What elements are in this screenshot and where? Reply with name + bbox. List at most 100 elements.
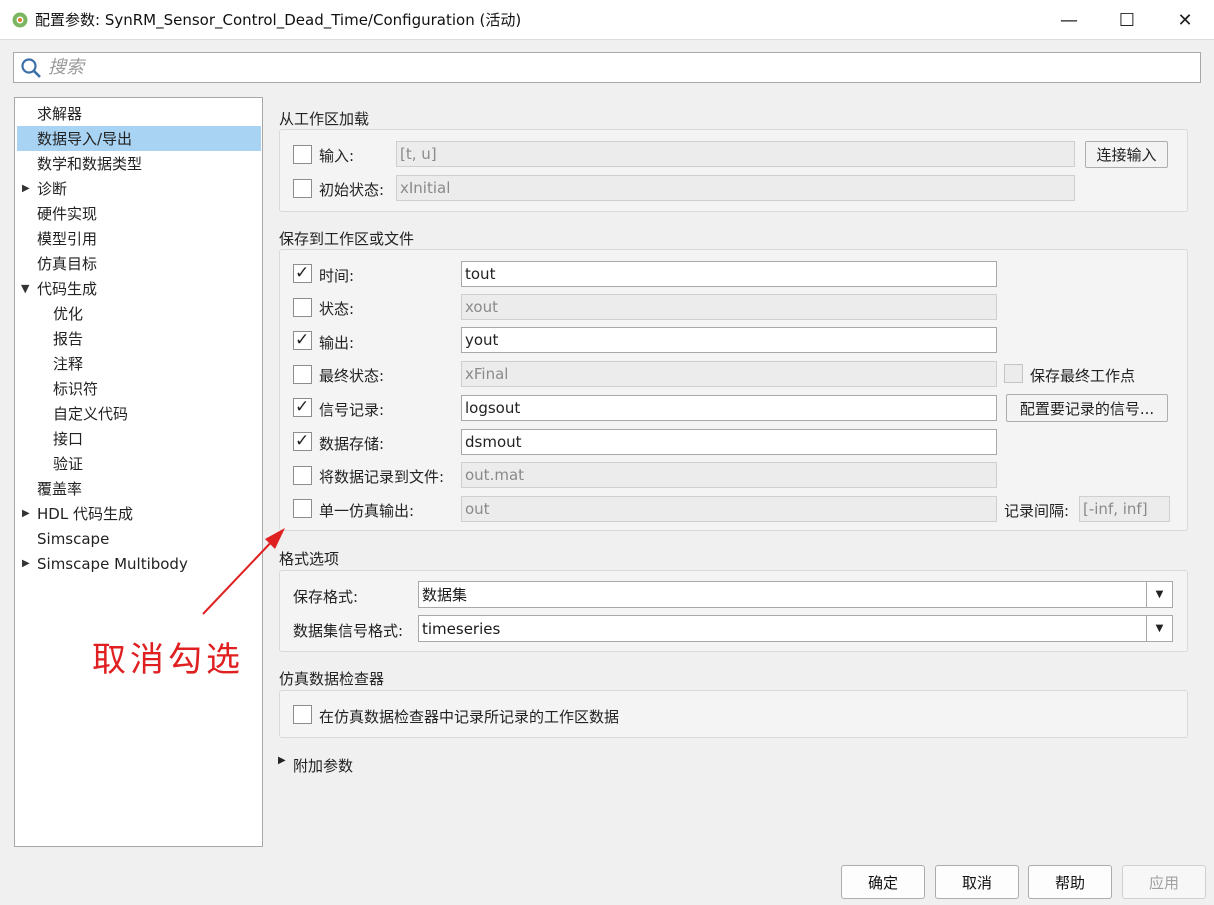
single-sim-output-label: 单一仿真输出: (319, 502, 415, 520)
check-icon: ✓ (295, 263, 310, 283)
output-field[interactable]: yout (461, 327, 997, 353)
tree-item-label: HDL 代码生成 (37, 505, 133, 523)
tree-item-label: 自定义代码 (53, 405, 129, 423)
search-box[interactable] (13, 52, 1201, 83)
tree-item-label: 代码生成 (37, 280, 98, 298)
tree-item-optimization[interactable]: 优化 (17, 301, 261, 326)
annotation-text: 取消勾选 (92, 640, 244, 680)
tree-item-label: 标识符 (53, 380, 99, 398)
expand-arrow-icon[interactable]: ▶ (278, 755, 286, 766)
initial-state-field[interactable]: xInitial (396, 175, 1075, 201)
close-button[interactable]: ✕ (1156, 0, 1214, 40)
tree-item-verification[interactable]: 验证 (17, 451, 261, 476)
dropdown-arrow-icon[interactable]: ▼ (1146, 616, 1172, 641)
states-checkbox[interactable] (293, 298, 312, 317)
save-format-value: 数据集 (422, 586, 468, 604)
input-field[interactable]: [t, u] (396, 141, 1075, 167)
tree-item-hardware[interactable]: 硬件实现 (17, 201, 261, 226)
minimize-button[interactable]: — (1040, 0, 1098, 40)
tree-item-interface[interactable]: 接口 (17, 426, 261, 451)
apply-button[interactable]: 应用 (1122, 865, 1206, 899)
signal-logging-checkbox[interactable]: ✓ (293, 397, 312, 417)
check-icon: ✓ (295, 431, 310, 451)
log-interval-label: 记录间隔: (1004, 502, 1070, 520)
time-checkbox[interactable]: ✓ (293, 263, 312, 283)
log-to-file-label: 将数据记录到文件: (319, 468, 445, 486)
ok-button[interactable]: 确定 (841, 865, 925, 899)
time-field[interactable]: tout (461, 261, 997, 287)
tree-item-custom-code[interactable]: 自定义代码 (17, 401, 261, 426)
save-final-op-label: 保存最终工作点 (1030, 367, 1136, 385)
final-states-label: 最终状态: (319, 367, 385, 385)
tree-item-coverage[interactable]: 覆盖率 (17, 476, 261, 501)
log-to-file-checkbox[interactable] (293, 466, 312, 485)
save-format-dropdown[interactable]: 数据集 ▼ (418, 581, 1173, 608)
states-field[interactable]: xout (461, 294, 997, 320)
log-to-file-field[interactable]: out.mat (461, 462, 997, 488)
signal-logging-field[interactable]: logsout (461, 395, 997, 421)
signal-format-label: 数据集信号格式: (293, 622, 404, 640)
record-inspector-label: 在仿真数据检查器中记录所记录的工作区数据 (319, 708, 620, 726)
final-states-field[interactable]: xFinal (461, 361, 997, 387)
section-title-inspector: 仿真数据检查器 (279, 670, 385, 688)
tree-item-sim-target[interactable]: 仿真目标 (17, 251, 261, 276)
tree-item-math-data-types[interactable]: 数学和数据类型 (17, 151, 261, 176)
tree-item-solver[interactable]: 求解器 (17, 101, 261, 126)
final-states-checkbox[interactable] (293, 365, 312, 384)
output-checkbox[interactable]: ✓ (293, 330, 312, 350)
tree-item-label: 覆盖率 (37, 480, 83, 498)
tree-item-data-import-export[interactable]: 数据导入/导出 (17, 126, 261, 151)
collapse-arrow-icon[interactable]: ▼ (21, 282, 29, 295)
tree-item-label: Simscape (37, 529, 110, 548)
category-tree: 求解器 数据导入/导出 数学和数据类型 ▶ 诊断 硬件实现 模型引用 仿真目标 ▼… (14, 97, 263, 847)
data-stores-checkbox[interactable]: ✓ (293, 431, 312, 451)
single-sim-output-field[interactable]: out (461, 496, 997, 522)
tree-item-model-ref[interactable]: 模型引用 (17, 226, 261, 251)
configure-signals-button[interactable]: 配置要记录的信号... (1006, 394, 1168, 422)
tree-item-code-gen[interactable]: ▼ 代码生成 (17, 276, 261, 301)
tree-item-label: 数据导入/导出 (37, 130, 133, 148)
tree-item-label: 仿真目标 (37, 255, 98, 273)
help-button[interactable]: 帮助 (1028, 865, 1112, 899)
expand-arrow-icon[interactable]: ▶ (22, 508, 30, 519)
search-input[interactable] (48, 57, 1148, 78)
expand-arrow-icon[interactable]: ▶ (22, 183, 30, 194)
app-gear-icon (12, 12, 28, 27)
tree-item-label: 数学和数据类型 (37, 155, 143, 173)
save-panel (279, 249, 1188, 531)
tree-item-label: 接口 (53, 430, 84, 448)
window-title: 配置参数: SynRM_Sensor_Control_Dead_Time/Con… (35, 11, 522, 29)
additional-params-label[interactable]: 附加参数 (293, 755, 353, 776)
tree-item-diagnostics[interactable]: ▶ 诊断 (17, 176, 261, 201)
save-format-label: 保存格式: (293, 588, 359, 606)
connect-input-button[interactable]: 连接输入 (1085, 141, 1168, 168)
signal-logging-label: 信号记录: (319, 401, 385, 419)
input-label: 输入: (319, 147, 355, 165)
tree-item-identifiers[interactable]: 标识符 (17, 376, 261, 401)
annotation-arrow-icon (202, 528, 285, 615)
initial-state-checkbox[interactable] (293, 179, 312, 198)
tree-item-label: 报告 (53, 330, 84, 348)
signal-format-value: timeseries (422, 619, 501, 638)
check-icon: ✓ (295, 397, 310, 417)
single-sim-output-checkbox[interactable] (293, 499, 312, 518)
cancel-button[interactable]: 取消 (935, 865, 1019, 899)
tree-item-label: 验证 (53, 455, 84, 473)
data-stores-field[interactable]: dsmout (461, 429, 997, 455)
save-final-op-checkbox[interactable] (1004, 364, 1023, 383)
expand-arrow-icon[interactable]: ▶ (22, 558, 30, 569)
input-checkbox[interactable] (293, 145, 312, 164)
time-label: 时间: (319, 267, 355, 285)
title-bar: 配置参数: SynRM_Sensor_Control_Dead_Time/Con… (0, 0, 1214, 40)
output-label: 输出: (319, 334, 355, 352)
tree-item-comments[interactable]: 注释 (17, 351, 261, 376)
section-title-load: 从工作区加载 (279, 110, 370, 128)
log-interval-field[interactable]: [-inf, inf] (1079, 496, 1170, 522)
maximize-button[interactable]: ☐ (1098, 0, 1156, 40)
section-title-save: 保存到工作区或文件 (279, 230, 415, 248)
tree-item-hdl-code-gen[interactable]: ▶ HDL 代码生成 (17, 501, 261, 526)
dropdown-arrow-icon[interactable]: ▼ (1146, 582, 1172, 607)
record-inspector-checkbox[interactable] (293, 705, 312, 724)
signal-format-dropdown[interactable]: timeseries ▼ (418, 615, 1173, 642)
tree-item-report[interactable]: 报告 (17, 326, 261, 351)
